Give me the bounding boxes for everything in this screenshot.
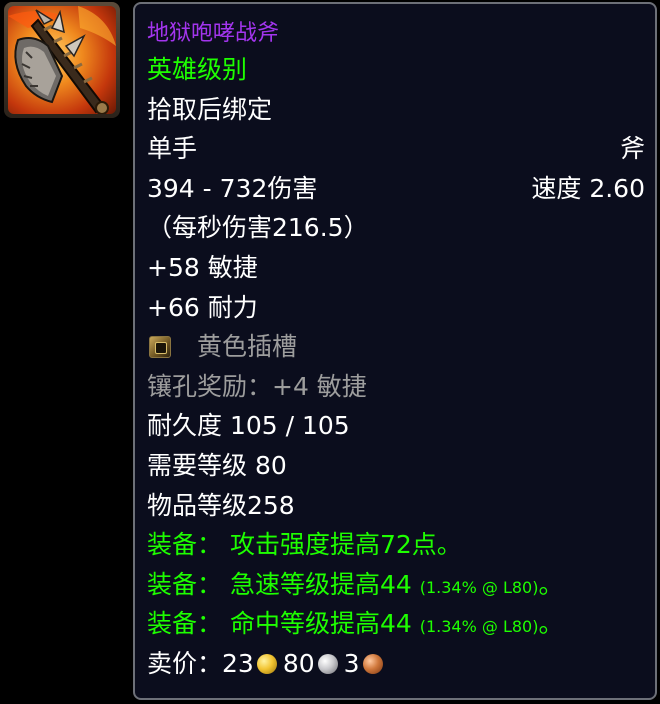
- sell-price-row: 卖价：23 80 3: [147, 644, 645, 684]
- equip-effect-3-detail: (1.34% @ L80): [419, 617, 539, 637]
- item-durability: 耐久度 105 / 105: [147, 411, 350, 441]
- item-quality: 英雄级别: [147, 55, 248, 84]
- item-name: 地狱咆哮战斧: [147, 21, 280, 46]
- item-slot: 单手: [147, 134, 198, 164]
- copper-coin-icon: [362, 653, 383, 674]
- required-level: 需要等级 80: [147, 450, 287, 480]
- item-dps: （每秒伤害216.5）: [147, 213, 369, 243]
- equip-effect-2-end: 。: [538, 569, 564, 599]
- equip-effect-1: 装备： 攻击强度提高72点。: [147, 530, 462, 560]
- equip-effect-3-end: 。: [538, 609, 564, 639]
- item-damage-row: 394 - 732伤害 速度 2.60: [147, 169, 645, 209]
- equip-effect-2-detail: (1.34% @ L80): [419, 577, 539, 597]
- item-speed: 速度 2.60: [531, 173, 645, 203]
- equip-effect-2: 装备： 急速等级提高44 (1.34% @ L80)。: [147, 565, 645, 605]
- sell-price-label: 卖价：: [147, 648, 223, 678]
- gold-coin-icon: [256, 653, 277, 674]
- item-type: 斧: [619, 134, 645, 164]
- stat-stamina: +66 耐力: [147, 292, 258, 322]
- equip-effect-3: 装备： 命中等级提高44 (1.34% @ L80)。: [147, 604, 645, 644]
- sell-gold: 23: [222, 648, 254, 678]
- item-bind: 拾取后绑定: [147, 94, 273, 124]
- socket-row: 黄色插槽: [147, 327, 645, 367]
- item-level: 物品等级258: [147, 490, 295, 520]
- sell-copper: 3: [343, 648, 360, 678]
- item-tooltip: 地狱咆哮战斧 英雄级别 拾取后绑定 单手 斧 394 - 732伤害 速度 2.…: [133, 2, 657, 700]
- sell-silver: 80: [282, 648, 315, 678]
- stat-agility: +58 敏捷: [147, 252, 258, 282]
- yellow-socket-icon: [149, 336, 171, 359]
- equip-effect-3-text: 装备： 命中等级提高44: [147, 609, 412, 639]
- item-icon-frame[interactable]: [4, 2, 120, 118]
- game-screen: 地狱咆哮战斧 英雄级别 拾取后绑定 单手 斧 394 - 732伤害 速度 2.…: [0, 0, 660, 704]
- silver-coin-icon: [317, 653, 338, 674]
- item-damage: 394 - 732伤害: [147, 173, 318, 203]
- axe-icon: [8, 6, 116, 114]
- item-slot-row: 单手 斧: [147, 129, 645, 169]
- socket-label: 黄色插槽: [197, 332, 298, 362]
- socket-bonus: 镶孔奖励：+4 敏捷: [147, 371, 367, 401]
- equip-effect-2-text: 装备： 急速等级提高44: [147, 569, 412, 599]
